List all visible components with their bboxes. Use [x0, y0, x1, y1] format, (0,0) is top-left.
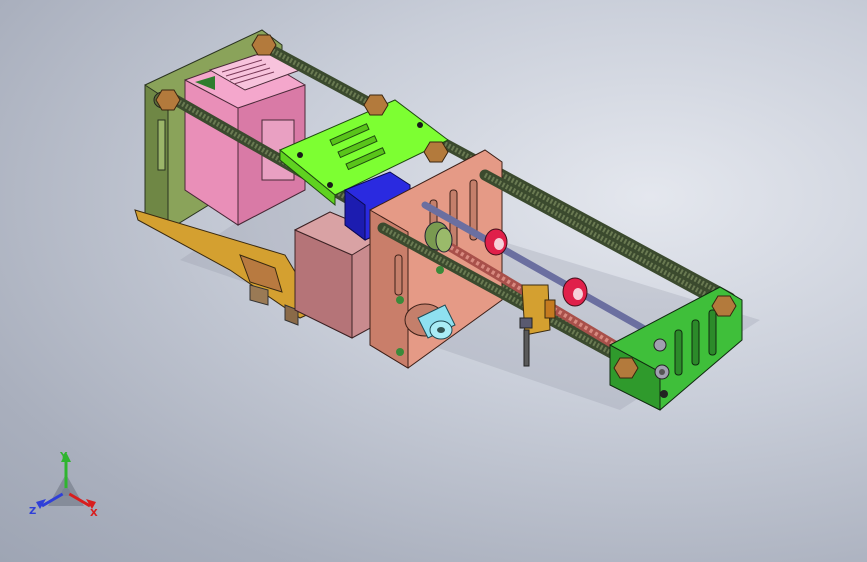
bearing-red-2	[562, 277, 588, 307]
cad-viewport[interactable]: Y X Z	[0, 0, 867, 562]
orientation-triad[interactable]: Y X Z	[26, 448, 106, 524]
y-axis-label: Y	[59, 451, 68, 462]
bearing-red-1	[484, 228, 508, 256]
x-axis-label: X	[90, 508, 98, 519]
triad-origin-icon	[62, 488, 70, 496]
z-axis-label: Z	[29, 506, 36, 517]
cad-assembly-model[interactable]	[0, 0, 867, 562]
